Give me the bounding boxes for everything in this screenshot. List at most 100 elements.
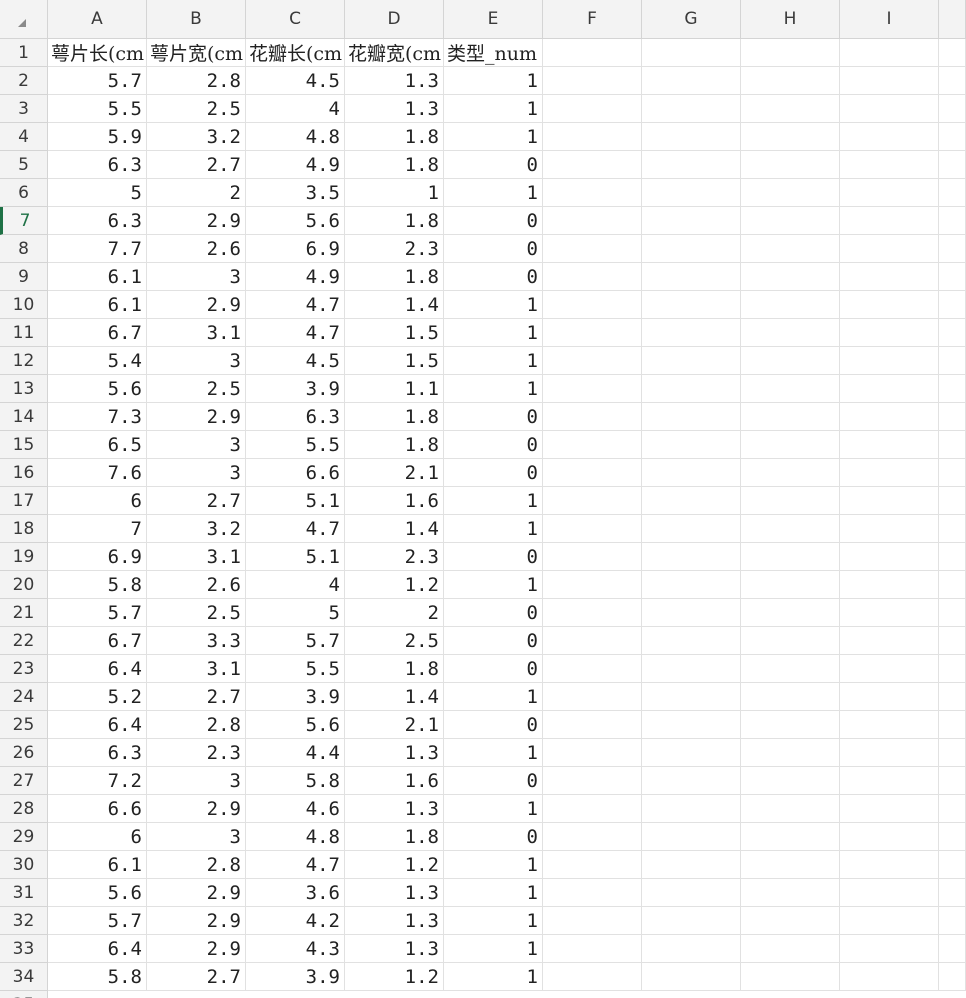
- cell-e23[interactable]: 0: [444, 655, 543, 683]
- cell-g19[interactable]: [642, 543, 741, 571]
- cell-c16[interactable]: 6.6: [246, 459, 345, 487]
- cell-e18[interactable]: 1: [444, 515, 543, 543]
- cell-c4[interactable]: 4.8: [246, 123, 345, 151]
- cell-b11[interactable]: 3.1: [147, 319, 246, 347]
- cell-a7[interactable]: 6.3: [48, 207, 147, 235]
- cell-b3[interactable]: 2.5: [147, 95, 246, 123]
- column-header-a[interactable]: A: [48, 0, 147, 39]
- cell-h22[interactable]: [741, 627, 840, 655]
- cell-i6[interactable]: [840, 179, 939, 207]
- cell-g11[interactable]: [642, 319, 741, 347]
- cell-f19[interactable]: [543, 543, 642, 571]
- cell-i3[interactable]: [840, 95, 939, 123]
- cell-i29[interactable]: [840, 823, 939, 851]
- cell-f10[interactable]: [543, 291, 642, 319]
- cell-h28[interactable]: [741, 795, 840, 823]
- cell-d15[interactable]: 1.8: [345, 431, 444, 459]
- cell-i10[interactable]: [840, 291, 939, 319]
- cell-c13[interactable]: 3.9: [246, 375, 345, 403]
- cell-i4[interactable]: [840, 123, 939, 151]
- cell-a6[interactable]: 5: [48, 179, 147, 207]
- cell-d21[interactable]: 2: [345, 599, 444, 627]
- cell-h1[interactable]: [741, 39, 840, 67]
- cell-i24[interactable]: [840, 683, 939, 711]
- cell-d10[interactable]: 1.4: [345, 291, 444, 319]
- row-header-11[interactable]: 11: [0, 319, 48, 347]
- cell-a5[interactable]: 6.3: [48, 151, 147, 179]
- column-header-b[interactable]: B: [147, 0, 246, 39]
- cell-c18[interactable]: 4.7: [246, 515, 345, 543]
- cell-i20[interactable]: [840, 571, 939, 599]
- cell-c7[interactable]: 5.6: [246, 207, 345, 235]
- cell-c25[interactable]: 5.6: [246, 711, 345, 739]
- cell-f30[interactable]: [543, 851, 642, 879]
- cell-h21[interactable]: [741, 599, 840, 627]
- cell-a16[interactable]: 7.6: [48, 459, 147, 487]
- cell-f8[interactable]: [543, 235, 642, 263]
- cell-e17[interactable]: 1: [444, 487, 543, 515]
- cell-d27[interactable]: 1.6: [345, 767, 444, 795]
- cell-d30[interactable]: 1.2: [345, 851, 444, 879]
- cell-d31[interactable]: 1.3: [345, 879, 444, 907]
- cell-b34[interactable]: 2.7: [147, 963, 246, 991]
- cell-a3[interactable]: 5.5: [48, 95, 147, 123]
- cell-g25[interactable]: [642, 711, 741, 739]
- cell-g20[interactable]: [642, 571, 741, 599]
- cell-g10[interactable]: [642, 291, 741, 319]
- cell-f3[interactable]: [543, 95, 642, 123]
- cell-e6[interactable]: 1: [444, 179, 543, 207]
- cell-f23[interactable]: [543, 655, 642, 683]
- cell-h10[interactable]: [741, 291, 840, 319]
- cell-i21[interactable]: [840, 599, 939, 627]
- cell-d24[interactable]: 1.4: [345, 683, 444, 711]
- column-header-f[interactable]: F: [543, 0, 642, 39]
- cell-i9[interactable]: [840, 263, 939, 291]
- cell-c20[interactable]: 4: [246, 571, 345, 599]
- cell-a26[interactable]: 6.3: [48, 739, 147, 767]
- cell-b23[interactable]: 3.1: [147, 655, 246, 683]
- cell-e22[interactable]: 0: [444, 627, 543, 655]
- cell-b14[interactable]: 2.9: [147, 403, 246, 431]
- row-header-14[interactable]: 14: [0, 403, 48, 431]
- cell-h9[interactable]: [741, 263, 840, 291]
- cell-c33[interactable]: 4.3: [246, 935, 345, 963]
- cell-e3[interactable]: 1: [444, 95, 543, 123]
- cell-c14[interactable]: 6.3: [246, 403, 345, 431]
- cell-h27[interactable]: [741, 767, 840, 795]
- cell-g7[interactable]: [642, 207, 741, 235]
- cell-e10[interactable]: 1: [444, 291, 543, 319]
- cell-g5[interactable]: [642, 151, 741, 179]
- cell-c21[interactable]: 5: [246, 599, 345, 627]
- row-header-17[interactable]: 17: [0, 487, 48, 515]
- cell-e24[interactable]: 1: [444, 683, 543, 711]
- cell-d19[interactable]: 2.3: [345, 543, 444, 571]
- cell-b29[interactable]: 3: [147, 823, 246, 851]
- cell-f29[interactable]: [543, 823, 642, 851]
- column-header-d[interactable]: D: [345, 0, 444, 39]
- cell-e29[interactable]: 0: [444, 823, 543, 851]
- cell-h16[interactable]: [741, 459, 840, 487]
- spreadsheet-grid[interactable]: A B C D E F G H I 1 萼片长(cm 萼片宽(cm 花瓣长(cm 花瓣宽(cm 类型_num…: [0, 0, 966, 998]
- cell-h8[interactable]: [741, 235, 840, 263]
- cell-h26[interactable]: [741, 739, 840, 767]
- cell-h3[interactable]: [741, 95, 840, 123]
- cell-a29[interactable]: 6: [48, 823, 147, 851]
- cell-h13[interactable]: [741, 375, 840, 403]
- cell-i26[interactable]: [840, 739, 939, 767]
- cell-c12[interactable]: 4.5: [246, 347, 345, 375]
- cell-a28[interactable]: 6.6: [48, 795, 147, 823]
- cell-i25[interactable]: [840, 711, 939, 739]
- cell-h24[interactable]: [741, 683, 840, 711]
- cell-g17[interactable]: [642, 487, 741, 515]
- cell-c28[interactable]: 4.6: [246, 795, 345, 823]
- cell-e8[interactable]: 0: [444, 235, 543, 263]
- row-header-6[interactable]: 6: [0, 179, 48, 207]
- cell-h6[interactable]: [741, 179, 840, 207]
- cell-a1[interactable]: 萼片长(cm: [48, 39, 147, 67]
- cell-b9[interactable]: 3: [147, 263, 246, 291]
- cell-a24[interactable]: 5.2: [48, 683, 147, 711]
- cell-e16[interactable]: 0: [444, 459, 543, 487]
- cell-i14[interactable]: [840, 403, 939, 431]
- cell-c11[interactable]: 4.7: [246, 319, 345, 347]
- row-header-23[interactable]: 23: [0, 655, 48, 683]
